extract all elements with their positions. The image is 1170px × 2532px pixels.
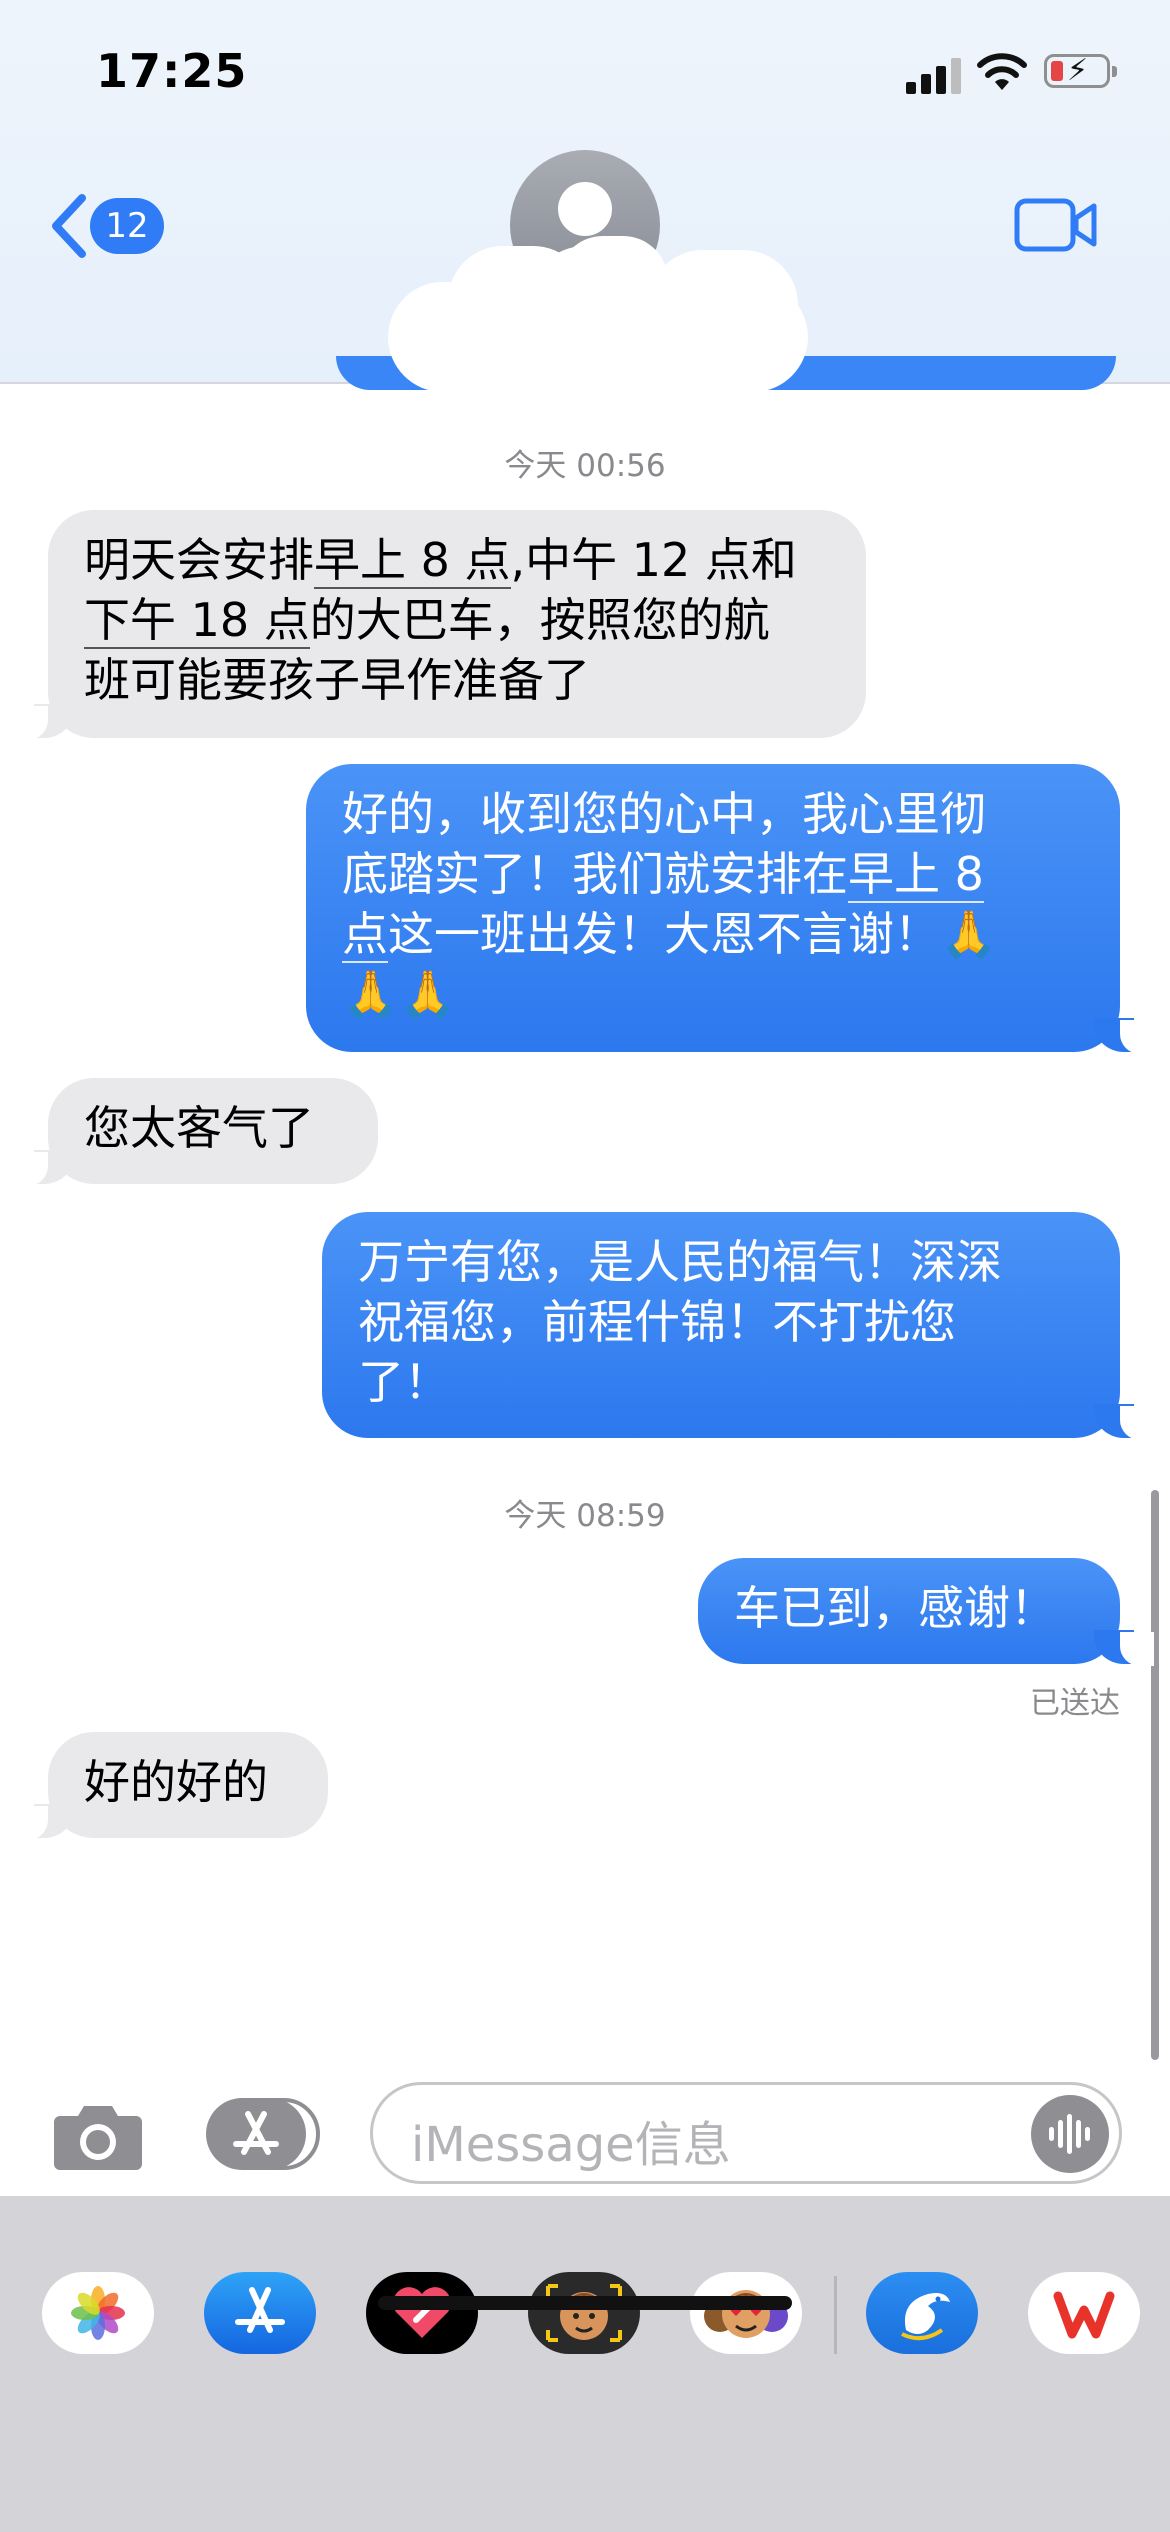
- wps-office-app-icon[interactable]: [1028, 2272, 1140, 2354]
- sent-message-bubble[interactable]: 车已到，感谢！: [698, 1558, 1154, 1666]
- app-store-app-icon[interactable]: [204, 2272, 316, 2354]
- conversation-header: 17:25 ⚡ 12: [0, 0, 1170, 392]
- message-text: 班可能要孩子早作准备了: [84, 653, 590, 707]
- battery-icon: ⚡: [1044, 54, 1117, 88]
- received-message-bubble[interactable]: 明天会安排早上 8 点,中午 12 点和 下午 18 点的大巴车，按照您的航 班…: [14, 510, 866, 740]
- message-text: 明天会安排: [84, 533, 314, 587]
- ctrip-app-icon[interactable]: [866, 2272, 978, 2354]
- message-text: 您太客气了: [84, 1101, 314, 1155]
- message-text: 祝福您，前程什锦！不打扰您: [358, 1295, 956, 1349]
- memoji-stickers-app-icon[interactable]: [690, 2272, 802, 2354]
- message-text: 车已到，感谢！: [734, 1581, 1056, 1635]
- detected-time-link[interactable]: 早上 8: [848, 847, 984, 903]
- message-text: 底踏实了！我们就安排在: [342, 847, 848, 901]
- scrollbar[interactable]: [1151, 1490, 1159, 2060]
- message-input-placeholder: iMessage信息: [411, 2117, 731, 2173]
- message-text: 了！: [358, 1355, 450, 1409]
- detected-time-link[interactable]: 点: [342, 907, 388, 963]
- message-text: 这一班出发！大恩不言谢！🙏: [388, 907, 998, 961]
- wifi-icon: [977, 53, 1027, 90]
- digital-touch-app-icon[interactable]: [366, 2272, 478, 2354]
- delivered-status: 已送达: [1030, 1686, 1120, 1721]
- unread-count-badge: 12: [90, 198, 164, 254]
- received-message-bubble[interactable]: 好的好的: [14, 1732, 328, 1840]
- memoji-app-icon[interactable]: [528, 2272, 640, 2354]
- message-text: 万宁有您，是人民的福气！深深: [358, 1235, 1002, 1289]
- detected-time-link[interactable]: 早上 8 点: [314, 533, 511, 589]
- imessage-app-drawer: [0, 2196, 1170, 2532]
- message-input[interactable]: iMessage信息: [370, 2082, 1122, 2184]
- photos-app-icon[interactable]: [42, 2272, 154, 2354]
- status-time: 17:25: [96, 44, 248, 98]
- timestamp: 今天 08:59: [504, 1498, 666, 1534]
- redacted-contact-name: [388, 236, 808, 392]
- back-button[interactable]: 12: [46, 186, 176, 266]
- timestamp: 今天 00:56: [504, 448, 666, 484]
- apps-button[interactable]: [206, 2098, 320, 2172]
- detected-time-link[interactable]: 下午 18 点: [84, 593, 310, 649]
- sent-message-bubble[interactable]: 好的，收到您的心中，我心里彻 底踏实了！我们就安排在早上 8 点这一班出发！大恩…: [306, 764, 1154, 1054]
- chevron-left-icon: [52, 194, 86, 258]
- message-text: 好的好的: [84, 1755, 268, 1809]
- message-text: 好的，收到您的心中，我心里彻: [342, 787, 986, 841]
- home-indicator[interactable]: [378, 2296, 792, 2310]
- app-store-icon: [233, 2111, 279, 2155]
- received-message-bubble[interactable]: 您太客气了: [14, 1078, 378, 1186]
- camera-icon[interactable]: [52, 2100, 144, 2172]
- audio-message-icon[interactable]: [1031, 2095, 1109, 2173]
- message-text: ,中午 12 点和: [510, 533, 797, 587]
- facetime-video-icon[interactable]: [1014, 196, 1098, 254]
- drawer-divider: [834, 2276, 837, 2354]
- sent-message-bubble[interactable]: 万宁有您，是人民的福气！深深 祝福您，前程什锦！不打扰您 了！: [322, 1212, 1154, 1440]
- message-text: 的大巴车，按照您的航: [309, 593, 770, 647]
- cellular-signal-icon: [906, 56, 962, 94]
- message-text: 🙏🙏: [342, 967, 457, 1021]
